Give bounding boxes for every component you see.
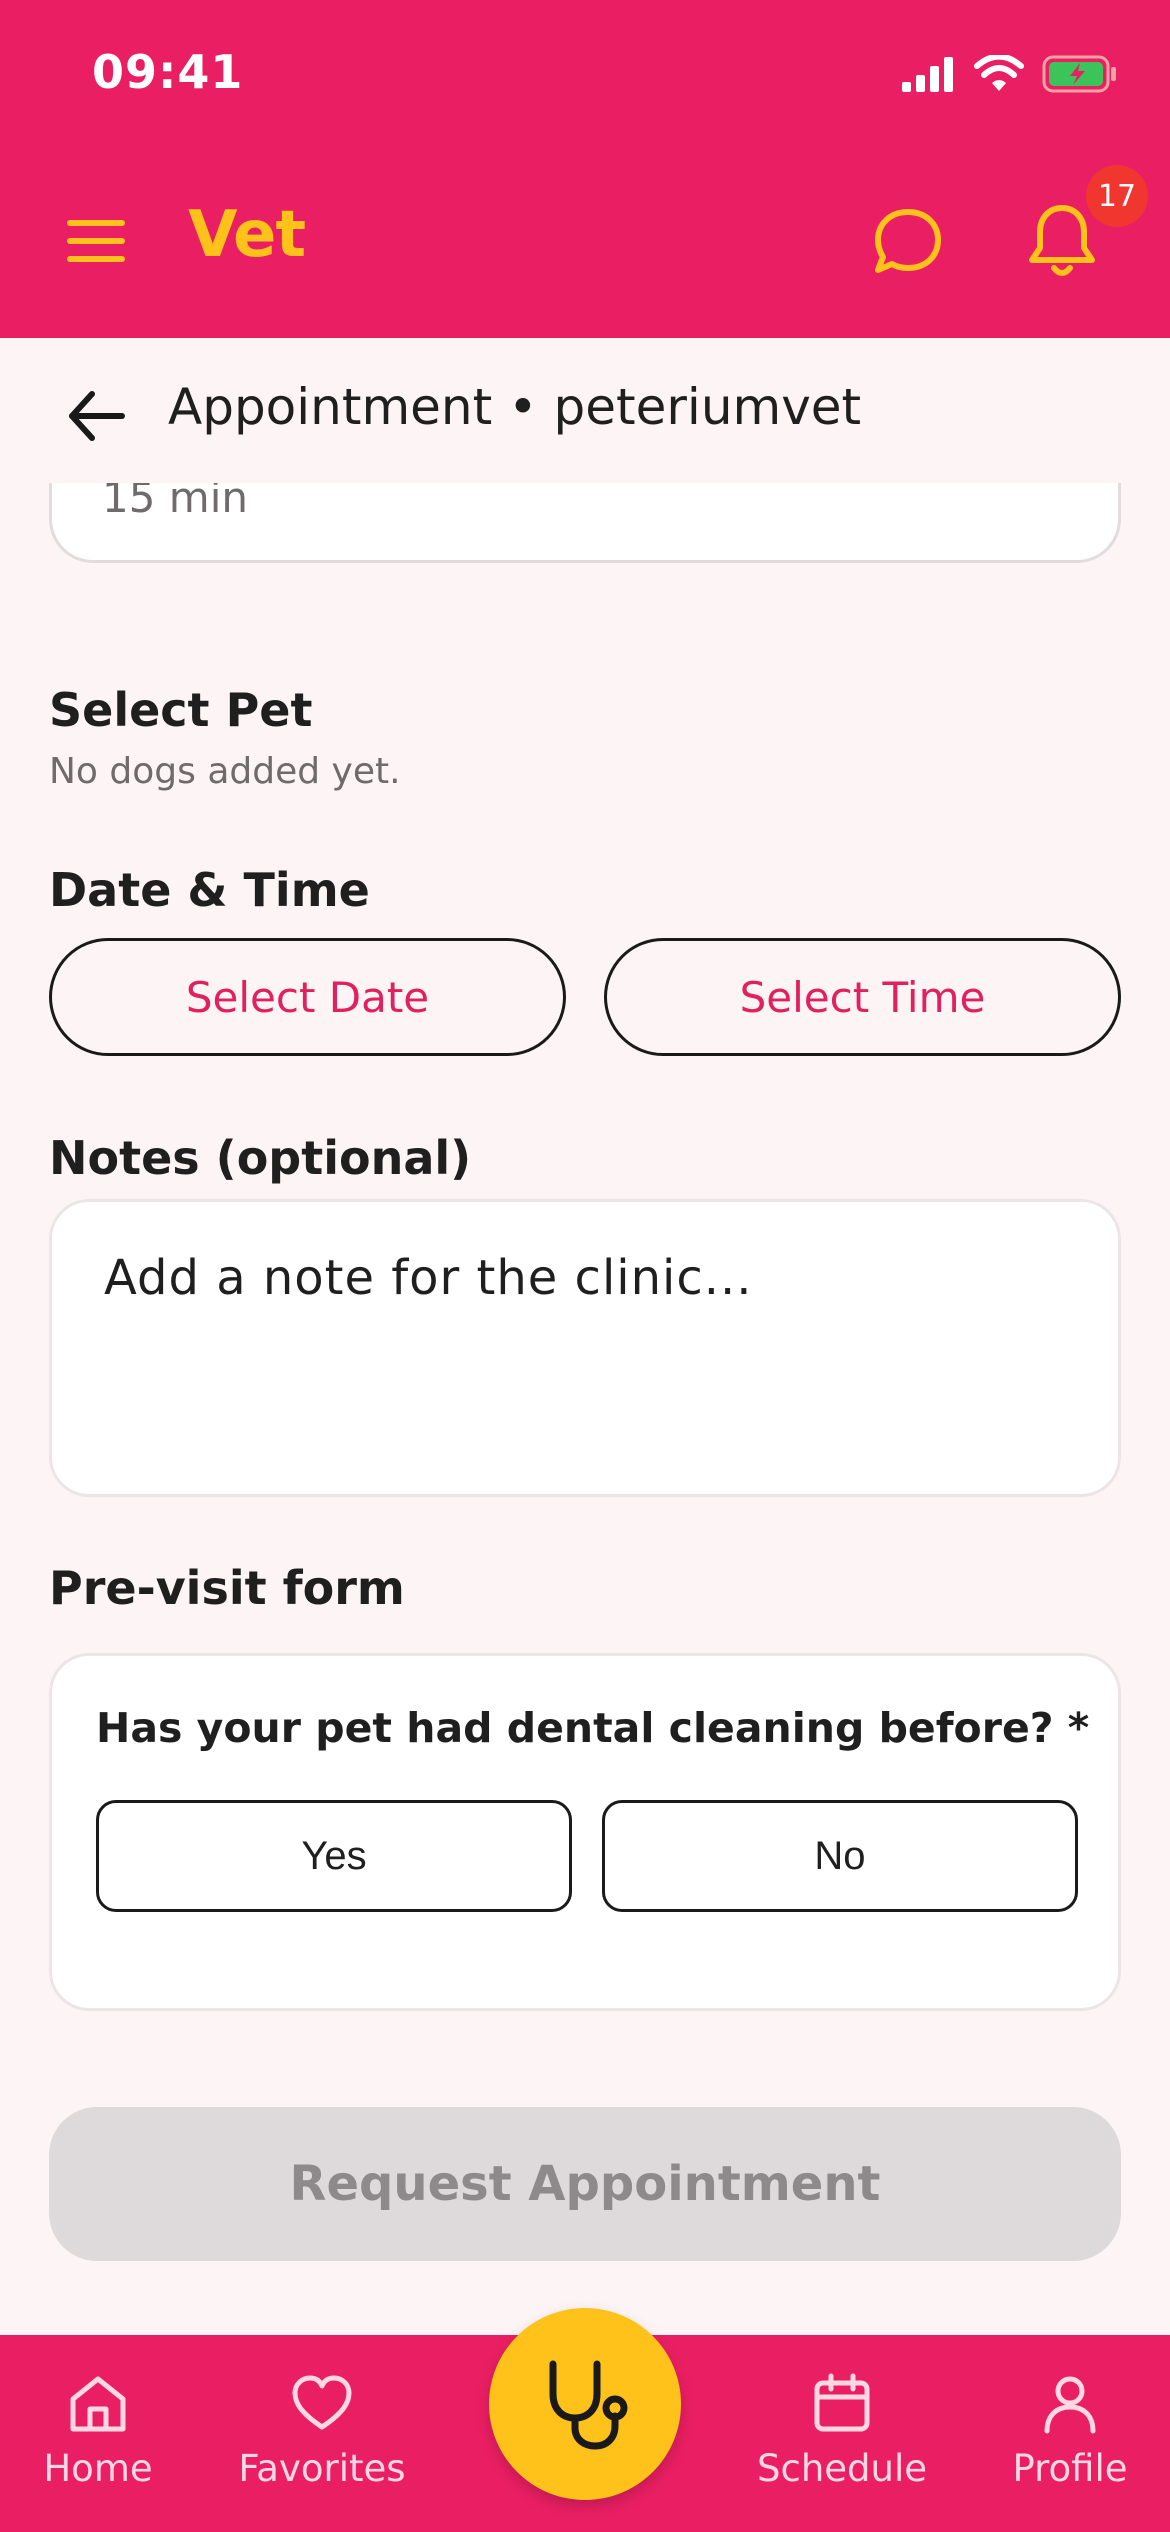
- nav-home-label: Home: [43, 2447, 153, 2490]
- notification-badge: 17: [1086, 165, 1148, 227]
- previsit-form-title: Pre-visit form: [49, 1561, 405, 1615]
- notes-placeholder: Add a note for the clinic...: [104, 1250, 753, 1306]
- vet-fab-button[interactable]: [489, 2308, 681, 2500]
- battery-icon: [1042, 55, 1116, 93]
- status-icons: [902, 48, 1118, 100]
- nav-profile[interactable]: Profile: [1000, 2335, 1140, 2532]
- notes-textarea[interactable]: Add a note for the clinic...: [49, 1199, 1121, 1497]
- dental-cleaning-question: Has your pet had dental cleaning before?…: [96, 1704, 1090, 1752]
- nav-schedule-label: Schedule: [756, 2447, 928, 2490]
- wifi-icon: [974, 55, 1024, 91]
- nav-home[interactable]: Home: [20, 2335, 176, 2532]
- back-button[interactable]: [60, 380, 132, 452]
- calendar-icon: [814, 2373, 870, 2432]
- service-duration-card: 15 min: [49, 483, 1121, 563]
- no-pets-text: No dogs added yet.: [49, 751, 401, 792]
- back-arrow-icon: [69, 391, 125, 441]
- nav-favorites-label: Favorites: [238, 2447, 406, 2490]
- answer-no-button[interactable]: No: [602, 1800, 1078, 1912]
- select-time-button[interactable]: Select Time: [604, 938, 1121, 1056]
- nav-profile-label: Profile: [1012, 2447, 1128, 2490]
- page-header: Appointment • peteriumvet: [0, 338, 1170, 483]
- appointment-form: 15 min Select Pet No dogs added yet. Dat…: [0, 483, 1170, 2335]
- chat-button[interactable]: [868, 202, 948, 282]
- request-appointment-button[interactable]: Request Appointment: [49, 2107, 1121, 2261]
- heart-icon: [292, 2375, 352, 2430]
- app-header: 09:41 Vet 17: [0, 0, 1170, 338]
- select-date-button[interactable]: Select Date: [49, 938, 566, 1056]
- user-icon: [1044, 2376, 1096, 2434]
- nav-schedule[interactable]: Schedule: [742, 2335, 942, 2532]
- date-time-title: Date & Time: [49, 863, 370, 917]
- select-pet-title: Select Pet: [49, 683, 313, 737]
- brand-logo-text: Vet: [188, 198, 306, 272]
- menu-button[interactable]: [60, 205, 132, 277]
- chat-icon: [875, 209, 941, 273]
- previsit-form-card: Has your pet had dental cleaning before?…: [49, 1653, 1121, 2011]
- signal-icon: [902, 57, 953, 92]
- stethoscope-icon: [549, 2360, 628, 2450]
- answer-yes-button[interactable]: Yes: [96, 1800, 572, 1912]
- home-icon: [70, 2376, 126, 2432]
- nav-favorites[interactable]: Favorites: [222, 2335, 422, 2532]
- service-duration: 15 min: [102, 483, 248, 522]
- menu-icon: [67, 220, 125, 262]
- status-time: 09:41: [92, 45, 244, 99]
- page-title: Appointment • peteriumvet: [168, 378, 862, 436]
- notes-title: Notes (optional): [49, 1131, 472, 1185]
